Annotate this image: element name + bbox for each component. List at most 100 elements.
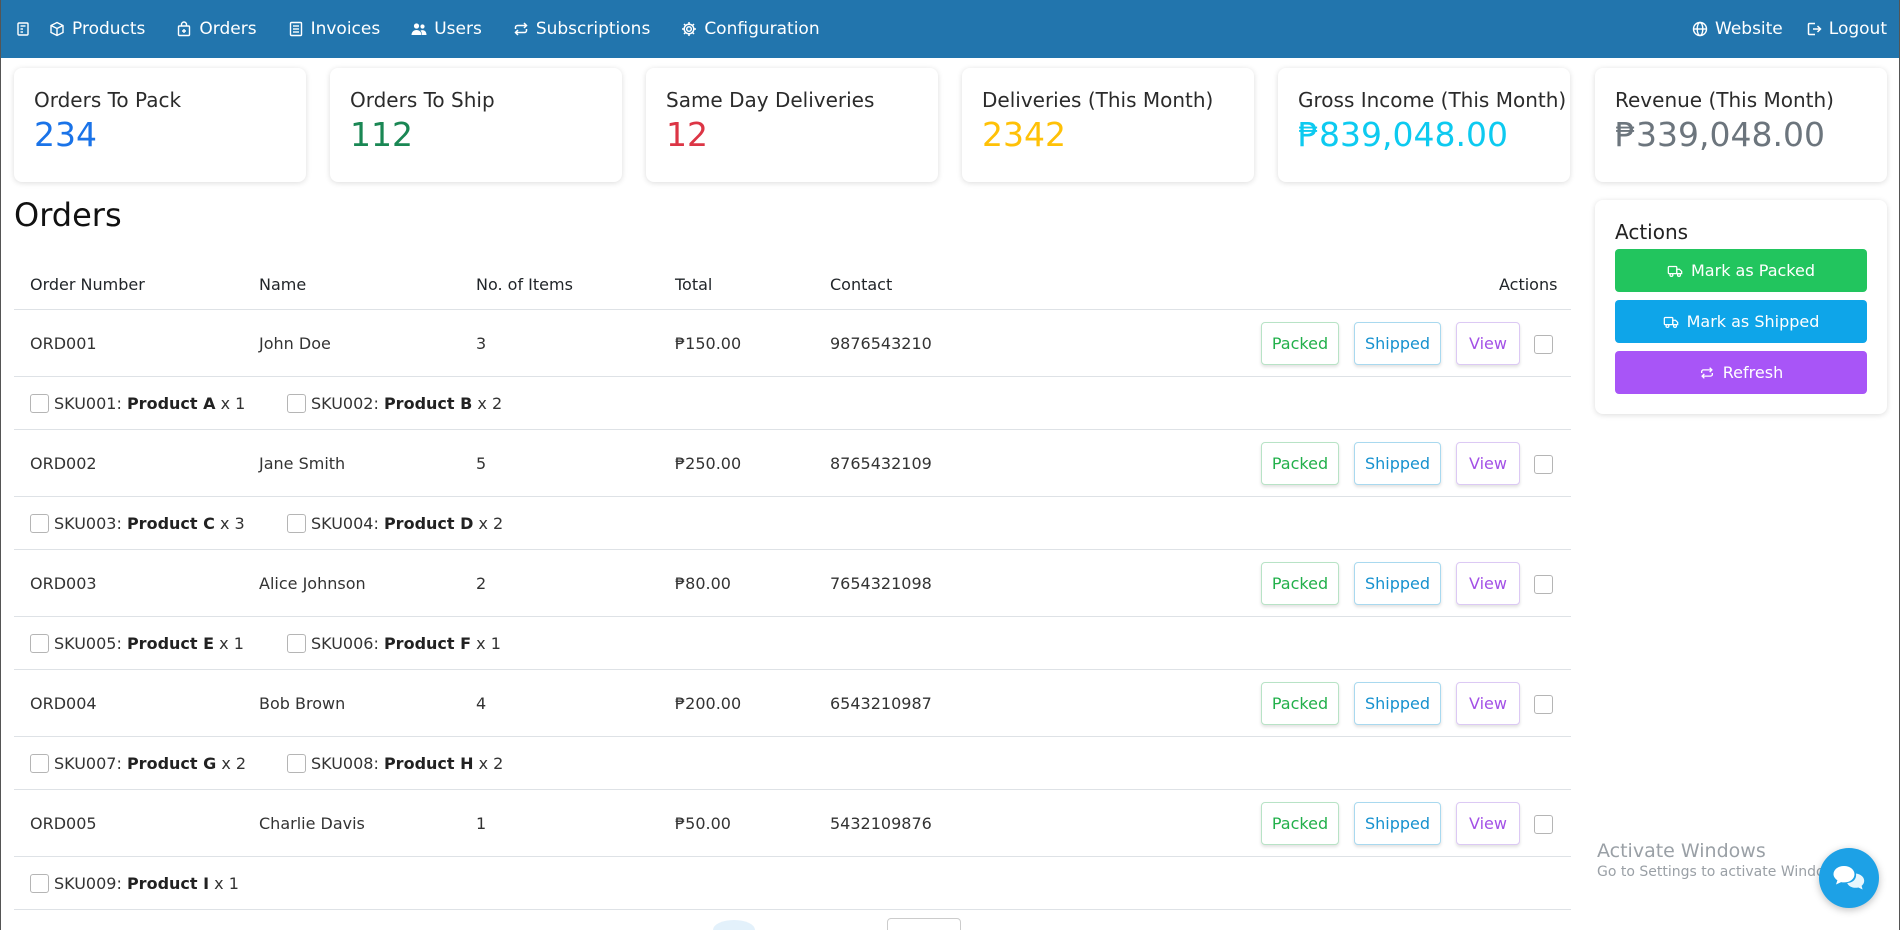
stat-card-deliveries-month: Deliveries (This Month) 2342 bbox=[962, 68, 1254, 182]
order-items: 1 bbox=[476, 814, 487, 833]
row-checkbox[interactable] bbox=[1534, 575, 1553, 594]
packed-button[interactable]: Packed bbox=[1261, 562, 1339, 605]
table-row: ORD002 Jane Smith 5 ₱250.00 8765432109 P… bbox=[14, 430, 1571, 497]
truck-icon bbox=[1667, 263, 1683, 279]
shipped-button[interactable]: Shipped bbox=[1354, 562, 1441, 605]
mark-as-packed-button[interactable]: Mark as Packed bbox=[1615, 249, 1867, 292]
activate-windows-watermark: Activate Windows Go to Settings to activ… bbox=[1597, 840, 1848, 880]
packed-button[interactable]: Packed bbox=[1261, 322, 1339, 365]
bag-icon bbox=[176, 21, 192, 37]
nav-logout[interactable]: Logout bbox=[1806, 19, 1887, 39]
nav-users[interactable]: Users bbox=[411, 19, 482, 39]
sku-product: Product D bbox=[383, 514, 474, 533]
row-checkbox[interactable] bbox=[1534, 455, 1553, 474]
sku-item: SKU005: Product E x 1 bbox=[30, 634, 244, 653]
view-button[interactable]: View bbox=[1456, 802, 1520, 845]
view-button[interactable]: View bbox=[1456, 682, 1520, 725]
sku-checkbox[interactable] bbox=[287, 394, 306, 413]
nav-orders[interactable]: Orders bbox=[176, 19, 257, 39]
mark-as-shipped-label: Mark as Shipped bbox=[1686, 312, 1820, 331]
orders-table: Order Number Name No. of Items Total Con… bbox=[14, 268, 1571, 910]
chat-widget-button[interactable] bbox=[1819, 848, 1879, 908]
order-name: Alice Johnson bbox=[259, 574, 366, 593]
nav-website-label: Website bbox=[1715, 19, 1783, 39]
order-total: ₱50.00 bbox=[675, 814, 731, 833]
sku-product: Product E bbox=[126, 634, 215, 653]
order-name: Charlie Davis bbox=[259, 814, 365, 833]
packed-button[interactable]: Packed bbox=[1261, 442, 1339, 485]
stat-value: 112 bbox=[350, 115, 413, 154]
nav-subscriptions[interactable]: Subscriptions bbox=[513, 19, 650, 39]
stat-title: Deliveries (This Month) bbox=[982, 88, 1214, 112]
stat-card-same-day-deliveries: Same Day Deliveries 12 bbox=[646, 68, 938, 182]
sku-qty: x 2 bbox=[478, 754, 504, 773]
view-button[interactable]: View bbox=[1456, 322, 1520, 365]
sku-item: SKU008: Product H x 2 bbox=[287, 754, 503, 773]
dashboard-icon[interactable] bbox=[15, 21, 31, 37]
packed-button[interactable]: Packed bbox=[1261, 682, 1339, 725]
sku-item: SKU002: Product B x 2 bbox=[287, 394, 502, 413]
sku-checkbox[interactable] bbox=[287, 754, 306, 773]
sku-qty: x 1 bbox=[219, 634, 244, 653]
sku-checkbox[interactable] bbox=[30, 394, 49, 413]
mark-as-shipped-button[interactable]: Mark as Shipped bbox=[1615, 300, 1867, 343]
nav-website[interactable]: Website bbox=[1692, 19, 1783, 39]
sku-qty: x 1 bbox=[476, 634, 501, 653]
table-row: ORD004 Bob Brown 4 ₱200.00 6543210987 Pa… bbox=[14, 670, 1571, 737]
sku-checkbox[interactable] bbox=[30, 874, 49, 893]
box-icon bbox=[49, 21, 65, 37]
nav-configuration[interactable]: Configuration bbox=[681, 19, 820, 39]
stat-title: Revenue (This Month) bbox=[1615, 88, 1834, 112]
sku-product: Product I bbox=[126, 874, 210, 893]
sku-code: SKU008: bbox=[311, 754, 379, 773]
table-row: ORD001 John Doe 3 ₱150.00 9876543210 Pac… bbox=[14, 310, 1571, 377]
users-icon bbox=[411, 21, 427, 37]
stat-value: 12 bbox=[666, 115, 708, 154]
nav-invoices[interactable]: Invoices bbox=[288, 19, 380, 39]
sku-item: SKU009: Product I x 1 bbox=[30, 874, 239, 893]
sku-checkbox[interactable] bbox=[30, 514, 49, 533]
order-number: ORD002 bbox=[30, 454, 97, 473]
order-total: ₱200.00 bbox=[675, 694, 742, 713]
order-total: ₱250.00 bbox=[675, 454, 742, 473]
view-button[interactable]: View bbox=[1456, 442, 1520, 485]
pagination-control[interactable] bbox=[887, 918, 961, 930]
sku-checkbox[interactable] bbox=[287, 514, 306, 533]
sku-product: Product H bbox=[383, 754, 474, 773]
row-checkbox[interactable] bbox=[1534, 335, 1553, 354]
order-items: 3 bbox=[476, 334, 487, 353]
col-order-number: Order Number bbox=[30, 275, 145, 294]
packed-button[interactable]: Packed bbox=[1261, 802, 1339, 845]
sku-code: SKU007: bbox=[54, 754, 122, 773]
order-contact: 9876543210 bbox=[830, 334, 932, 353]
sku-product: Product G bbox=[126, 754, 217, 773]
sku-checkbox[interactable] bbox=[287, 634, 306, 653]
sku-checkbox[interactable] bbox=[30, 754, 49, 773]
sku-row: SKU009: Product I x 1 bbox=[14, 857, 1571, 910]
gear-icon bbox=[681, 21, 697, 37]
view-button[interactable]: View bbox=[1456, 562, 1520, 605]
shipped-button[interactable]: Shipped bbox=[1354, 682, 1441, 725]
shipped-button[interactable]: Shipped bbox=[1354, 442, 1441, 485]
col-total: Total bbox=[675, 275, 713, 294]
sku-row: SKU005: Product E x 1 SKU006: Product F … bbox=[14, 617, 1571, 670]
sku-qty: x 3 bbox=[219, 514, 245, 533]
row-checkbox[interactable] bbox=[1534, 815, 1553, 834]
list-icon bbox=[288, 21, 304, 37]
nav-products[interactable]: Products bbox=[49, 19, 145, 39]
order-contact: 5432109876 bbox=[830, 814, 932, 833]
pagination-active-page[interactable] bbox=[713, 920, 755, 930]
row-checkbox[interactable] bbox=[1534, 695, 1553, 714]
nav-products-label: Products bbox=[72, 19, 146, 39]
shipped-button[interactable]: Shipped bbox=[1354, 802, 1441, 845]
refresh-icon bbox=[1699, 365, 1715, 381]
shipped-button[interactable]: Shipped bbox=[1354, 322, 1441, 365]
sku-code: SKU009: bbox=[54, 874, 122, 893]
nav-users-label: Users bbox=[434, 19, 482, 39]
sku-product: Product B bbox=[383, 394, 473, 413]
refresh-button[interactable]: Refresh bbox=[1615, 351, 1867, 394]
order-items: 5 bbox=[476, 454, 487, 473]
sku-checkbox[interactable] bbox=[30, 634, 49, 653]
sku-code: SKU004: bbox=[311, 514, 379, 533]
order-contact: 6543210987 bbox=[830, 694, 932, 713]
